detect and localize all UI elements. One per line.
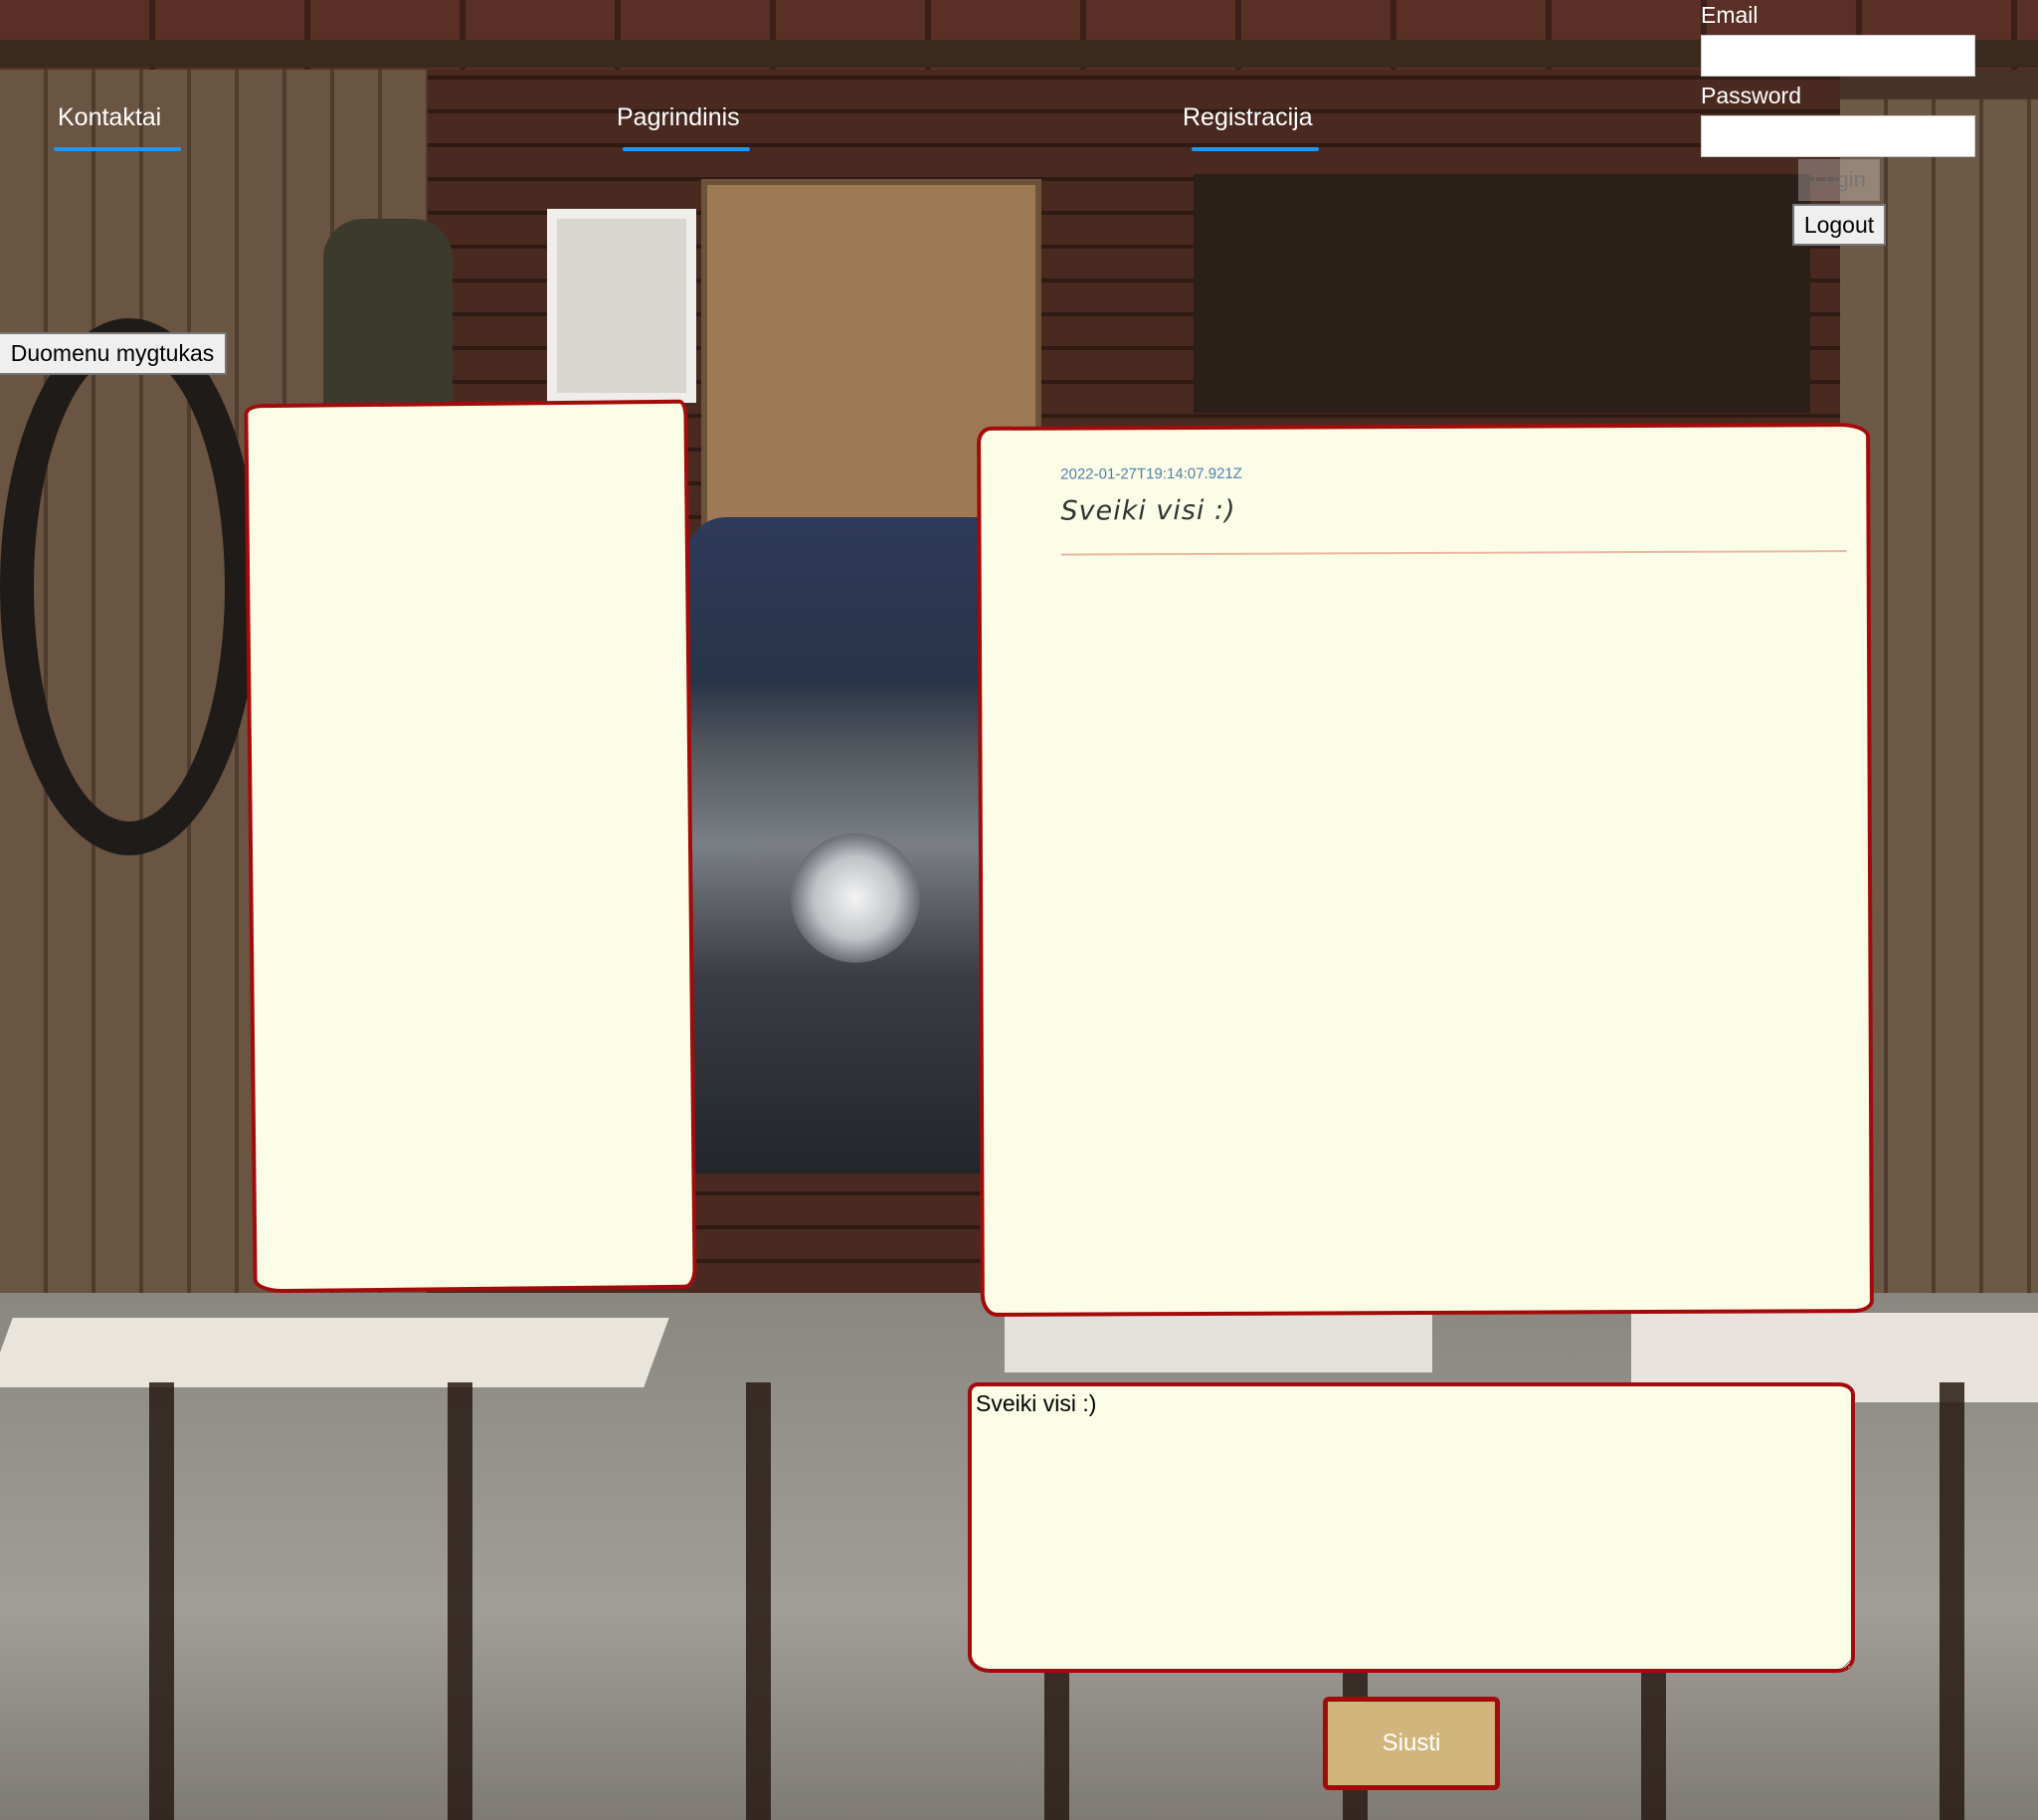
- background-table-center: [1005, 1313, 1432, 1372]
- password-field[interactable]: [1701, 115, 1975, 157]
- message-divider: [1060, 550, 1847, 556]
- background-car-headlight: [791, 833, 920, 963]
- login-button[interactable]: Login: [1798, 159, 1880, 201]
- message-compose-textarea[interactable]: Sveiki visi :): [968, 1382, 1855, 1673]
- nav-link-registracija[interactable]: Registracija: [1183, 103, 1313, 132]
- message-text: Sveiki visi :): [1060, 494, 1236, 527]
- nav-link-pagrindinis[interactable]: Pagrindinis: [617, 103, 740, 132]
- nav-link-kontaktai[interactable]: Kontaktai: [58, 103, 161, 132]
- data-button[interactable]: Duomenu mygtukas: [0, 332, 227, 375]
- background-vintage-car: [686, 517, 1015, 1174]
- email-field[interactable]: [1701, 35, 1975, 77]
- message-list-panel: 2022-01-27T19:14:07.921Z Sveiki visi :): [977, 423, 1874, 1317]
- side-panel: [244, 399, 697, 1294]
- background-picture-frame: [547, 209, 696, 403]
- message-timestamp: 2022-01-27T19:14:07.921Z: [1060, 464, 1242, 483]
- nav-underline-registracija: [1192, 147, 1319, 151]
- background-coat: [323, 219, 453, 418]
- nav-underline-kontaktai: [54, 147, 181, 151]
- logout-button[interactable]: Logout: [1792, 204, 1886, 246]
- background-table-left: [0, 1318, 669, 1387]
- password-label: Password: [1701, 83, 1801, 108]
- background-tire: [0, 318, 259, 855]
- background-shelf: [1194, 174, 1810, 413]
- nav-underline-pagrindinis: [623, 147, 750, 151]
- send-button[interactable]: Siusti: [1323, 1697, 1500, 1790]
- message-item: 2022-01-27T19:14:07.921Z Sveiki visi :): [981, 427, 1866, 556]
- email-label: Email: [1701, 2, 1759, 28]
